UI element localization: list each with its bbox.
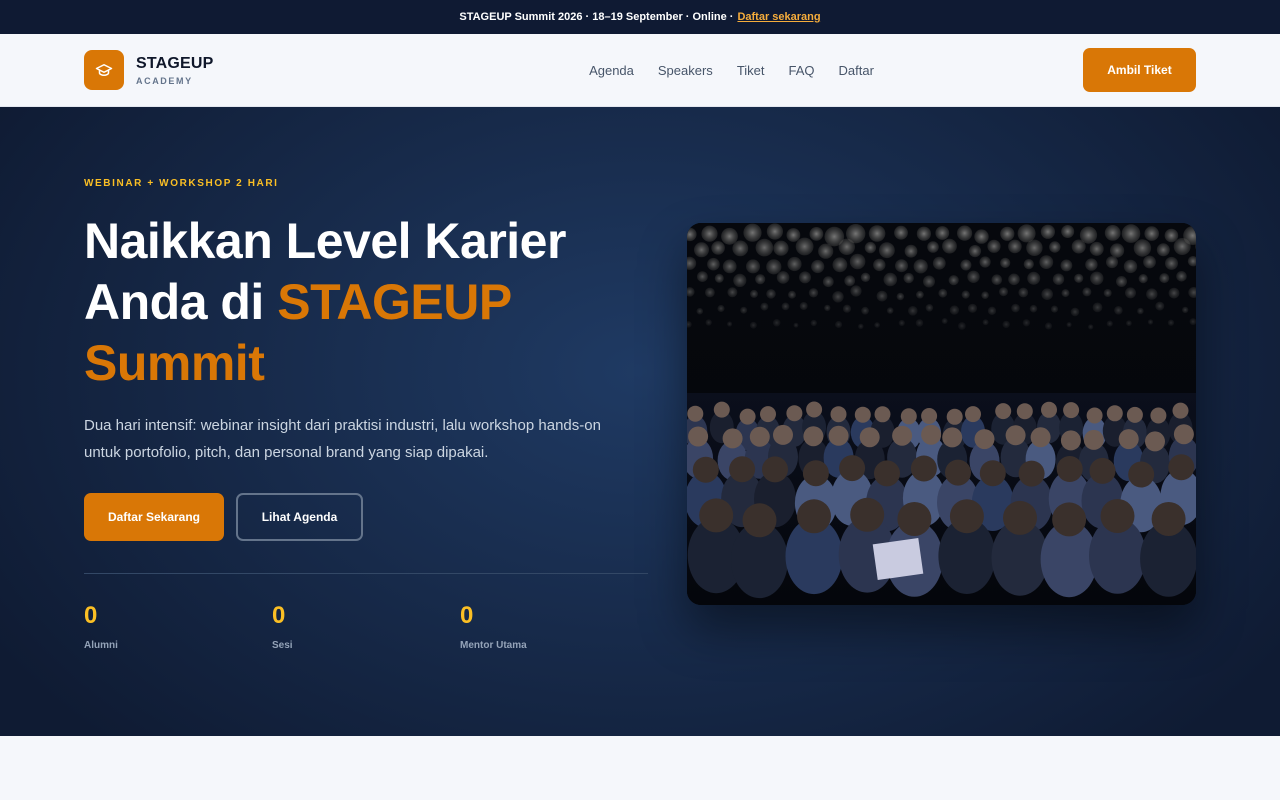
next-section — [0, 736, 1280, 800]
hero-title-line1: Naikkan Level Karier — [84, 213, 566, 269]
nav-item-tiket[interactable]: Tiket — [737, 63, 765, 78]
navbar: STAGEUP ACADEMY Agenda Speakers Tiket FA… — [0, 34, 1280, 107]
get-ticket-button[interactable]: Ambil Tiket — [1083, 48, 1196, 92]
hero-divider — [84, 573, 648, 574]
stat-value: 0 — [272, 602, 286, 629]
main-nav: Agenda Speakers Tiket FAQ Daftar — [589, 63, 874, 78]
announcement-bar: STAGEUP Summit 2026 · 18–19 September · … — [0, 0, 1280, 34]
stat-alumni: 0 Alumni — [84, 602, 272, 652]
nav-item-speakers[interactable]: Speakers — [658, 63, 713, 78]
stat-mentors: 0 Mentor Utama — [460, 602, 648, 652]
stat-label: Alumni — [84, 640, 118, 651]
brand[interactable]: STAGEUP ACADEMY — [84, 50, 304, 90]
hero-title-line3: Summit — [84, 335, 265, 391]
register-now-button[interactable]: Daftar Sekarang — [84, 493, 224, 541]
stat-label: Mentor Utama — [460, 640, 527, 651]
hero-stats: 0 Alumni 0 Sesi 0 Mentor Utama — [84, 602, 648, 652]
announcement-text: STAGEUP Summit 2026 · 18–19 September · … — [459, 11, 734, 23]
graduation-cap-icon — [84, 50, 124, 90]
stat-sessions: 0 Sesi — [272, 602, 460, 652]
hero-buttons: Daftar Sekarang Lihat Agenda — [84, 493, 648, 541]
nav-item-faq[interactable]: FAQ — [789, 63, 815, 78]
audience-photo — [687, 223, 1196, 605]
hero-eyebrow: WEBINAR + WORKSHOP 2 HARI — [84, 178, 279, 189]
hero-section: WEBINAR + WORKSHOP 2 HARI Naikkan Level … — [0, 107, 1280, 736]
hero-title-accent: STAGEUP — [277, 274, 512, 330]
nav-item-daftar[interactable]: Daftar — [839, 63, 874, 78]
brand-name: STAGEUP — [136, 54, 214, 72]
view-agenda-button[interactable]: Lihat Agenda — [236, 493, 363, 541]
stat-value: 0 — [84, 602, 98, 629]
hero-content: WEBINAR + WORKSHOP 2 HARI Naikkan Level … — [84, 178, 648, 651]
stat-label: Sesi — [272, 640, 293, 651]
hero-title: Naikkan Level Karier Anda di STAGEUP Sum… — [84, 211, 648, 394]
announcement-link[interactable]: Daftar sekarang — [737, 11, 820, 23]
nav-item-agenda[interactable]: Agenda — [589, 63, 634, 78]
hero-description: Dua hari intensif: webinar insight dari … — [84, 417, 601, 461]
stat-value: 0 — [460, 602, 474, 629]
brand-subtitle: ACADEMY — [136, 75, 193, 86]
audience-illustration — [687, 223, 1196, 605]
hero-title-line2a: Anda di — [84, 274, 278, 330]
